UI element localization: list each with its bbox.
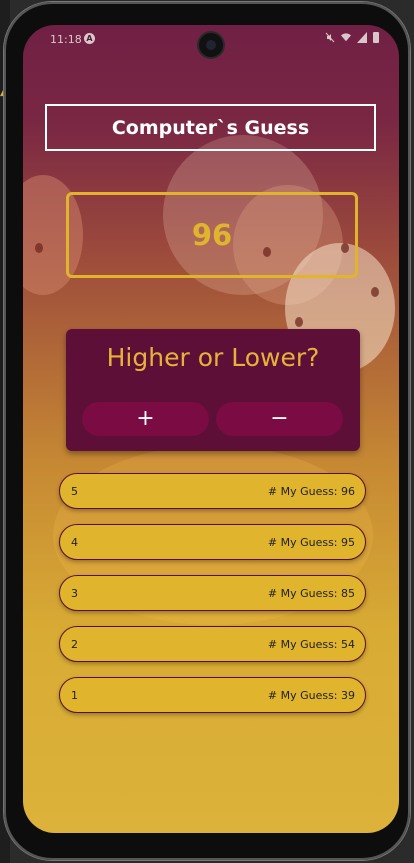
page-title: Computer`s Guess bbox=[45, 104, 376, 151]
guess-text: # My Guess: 96 bbox=[267, 485, 355, 498]
guess-text: # My Guess: 39 bbox=[267, 689, 355, 702]
list-item: 1 # My Guess: 39 bbox=[59, 677, 366, 713]
round-number: 2 bbox=[71, 638, 78, 651]
battery-icon bbox=[373, 32, 379, 43]
higher-lower-prompt: Higher or Lower? bbox=[106, 343, 320, 372]
wifi-icon bbox=[341, 33, 351, 42]
round-number: 1 bbox=[71, 689, 78, 702]
dice-pip bbox=[35, 243, 43, 253]
current-guess-display: 96 bbox=[66, 192, 358, 278]
mute-icon bbox=[325, 32, 335, 43]
lower-button[interactable]: − bbox=[216, 402, 343, 436]
status-time: 11:18 bbox=[50, 33, 82, 46]
status-bar: 11:18 A bbox=[23, 25, 399, 57]
list-item: 2 # My Guess: 54 bbox=[59, 626, 366, 662]
app-notification-icon: A bbox=[84, 33, 95, 44]
status-icons bbox=[325, 32, 379, 43]
round-number: 5 bbox=[71, 485, 78, 498]
list-item: 3 # My Guess: 85 bbox=[59, 575, 366, 611]
list-item: 4 # My Guess: 95 bbox=[59, 524, 366, 560]
round-number: 4 bbox=[71, 536, 78, 549]
list-item: 5 # My Guess: 96 bbox=[59, 473, 366, 509]
dice-pip bbox=[295, 317, 303, 327]
guess-text: # My Guess: 95 bbox=[267, 536, 355, 549]
app-screen: 11:18 A Computer`s Guess 96 Higher or Lo… bbox=[23, 25, 399, 833]
round-number: 3 bbox=[71, 587, 78, 600]
higher-button[interactable]: + bbox=[82, 402, 209, 436]
signal-icon bbox=[357, 32, 367, 43]
camera-cutout bbox=[199, 33, 223, 57]
guess-text: # My Guess: 85 bbox=[267, 587, 355, 600]
higher-lower-card: Higher or Lower? + − bbox=[66, 329, 360, 451]
phone-frame: 11:18 A Computer`s Guess 96 Higher or Lo… bbox=[4, 2, 410, 860]
dice-pip bbox=[371, 287, 379, 297]
guess-text: # My Guess: 54 bbox=[267, 638, 355, 651]
